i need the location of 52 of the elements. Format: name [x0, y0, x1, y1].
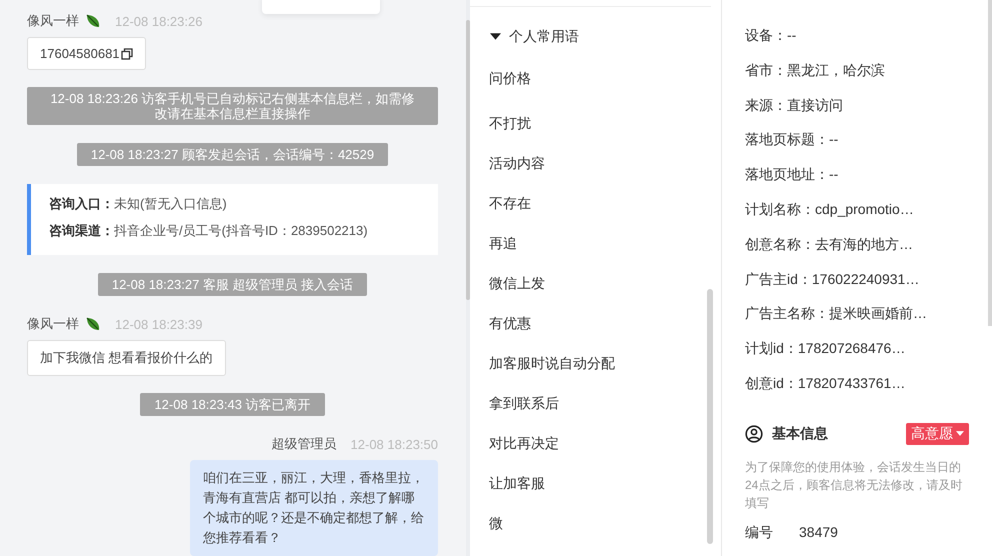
- scrollbar[interactable]: [707, 289, 713, 544]
- leaf-icon: [85, 13, 101, 29]
- system-notice: 12-08 18:23:27 客服 超级管理员 接入会话: [98, 273, 368, 296]
- phrase-item[interactable]: 加客服时说自动分配: [470, 343, 721, 383]
- info-item: 设备：--: [745, 26, 798, 45]
- phrase-item[interactable]: 对比再决定: [470, 423, 721, 463]
- message-time: 12-08 18:23:50: [350, 436, 438, 452]
- phrase-item[interactable]: 微信上发: [470, 263, 721, 303]
- scrollbar[interactable]: [466, 20, 470, 300]
- intent-dropdown[interactable]: 高意愿: [906, 422, 969, 445]
- info-item: 创意id：178207433761…: [745, 374, 906, 393]
- info-item: 计划id：178207268476…: [745, 339, 906, 358]
- info-item: 落地页标题：--: [745, 130, 840, 150]
- section-title: 基本信息: [772, 424, 829, 443]
- field-label: 编号: [745, 524, 773, 542]
- message-text: 17604580681: [40, 46, 120, 61]
- sender-name: 像风一样: [27, 315, 79, 333]
- copy-icon[interactable]: [120, 48, 133, 60]
- leaf-icon: [85, 316, 101, 332]
- message-text: 加下我微信 想看看报价什么的: [40, 349, 213, 367]
- info-item: 来源：直接访问: [745, 96, 844, 115]
- phrase-item[interactable]: 不存在: [470, 183, 721, 223]
- system-notice: 12-08 18:23:27 顾客发起会话，会话编号：42529: [76, 143, 388, 166]
- phrase-item[interactable]: 活动内容: [470, 143, 721, 183]
- phrase-item[interactable]: 再追: [470, 223, 721, 263]
- phrase-item[interactable]: 不打扰: [470, 103, 721, 143]
- system-notice: 12-08 18:23:26 访客手机号已自动标记右侧基本信息栏，如需修改请在基本信息栏直接操作: [27, 87, 438, 125]
- user-icon: [745, 424, 763, 443]
- phrase-item[interactable]: 让加客服: [470, 463, 721, 503]
- sender-name: 像风一样: [27, 12, 79, 30]
- info-item: 落地页地址：--: [745, 165, 840, 184]
- message-text: 咱们在三亚，丽江，大理，香格里拉，青海有直营店 都可以拍，亲想了解哪个城市的呢？还是不确定都想了解，给您推荐看看？: [203, 469, 425, 547]
- message-time: 12-08 18:23:26: [115, 14, 202, 28]
- sender-name: 超级管理员: [272, 435, 337, 453]
- entry-info-line: 咨询入口：未知(暂无入口信息): [49, 195, 228, 213]
- phrase-item[interactable]: 问价格: [470, 65, 721, 103]
- phrase-group[interactable]: 个人常用语: [470, 7, 721, 46]
- phrase-item[interactable]: 拿到联系后: [470, 383, 721, 423]
- notice-text: 为了保障您的使用体验，会话发生当日的24点之后，顾客信息将无法修改，请及时填写: [745, 458, 964, 512]
- scrollbar[interactable]: [988, 0, 992, 326]
- info-item: 广告主id：176022240931…: [745, 270, 920, 289]
- message-time: 12-08 18:23:39: [115, 316, 202, 332]
- info-item: 创意名称：去有海的地方…: [745, 234, 914, 254]
- info-item: 广告主名称：提米映画婚前…: [745, 304, 928, 324]
- entry-info-line: 咨询渠道：抖音企业号/员工号(抖音号ID：2839502213): [49, 222, 369, 240]
- phrase-item[interactable]: 微: [470, 503, 721, 543]
- info-item: 计划名称：cdp_promotio…: [745, 200, 915, 219]
- phrase-item[interactable]: 有优惠: [470, 303, 721, 343]
- caret-icon: [956, 431, 964, 436]
- info-item: 省市：黑龙江，哈尔滨: [745, 60, 886, 80]
- field-value: 38479: [799, 524, 838, 542]
- system-notice: 12-08 18:23:43 访客已离开: [140, 393, 325, 416]
